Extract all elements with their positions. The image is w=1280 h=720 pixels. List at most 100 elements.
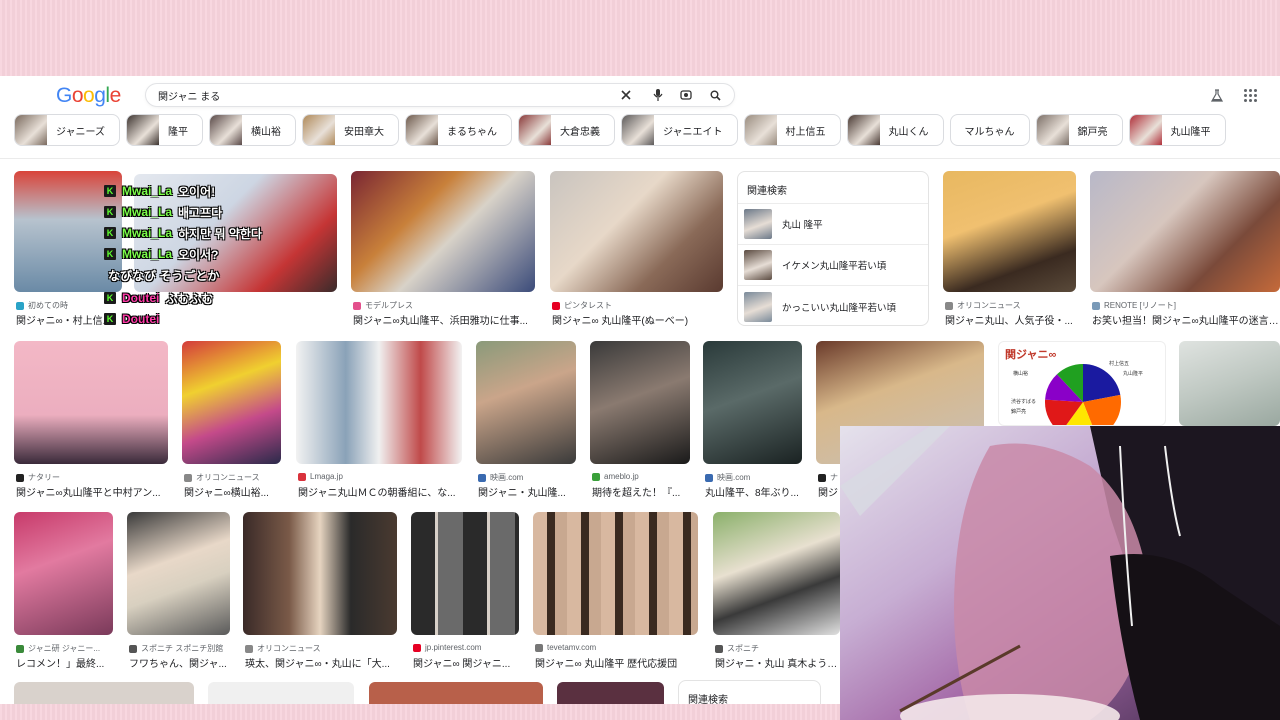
filter-chip[interactable]: 隆平 bbox=[126, 114, 203, 146]
result-source[interactable]: 映画.com bbox=[478, 472, 523, 483]
result-image[interactable] bbox=[14, 341, 168, 464]
image-result-card[interactable]: Lmaga.jp 関ジャニ丸山ＭＣの朝番組に、な... bbox=[296, 341, 462, 500]
result-source[interactable]: 初めての時 bbox=[16, 300, 68, 311]
result-source[interactable]: オリコンニュース bbox=[184, 472, 260, 483]
image-result-card[interactable]: スポニチ 関ジャニ・丸山 真木よう子に... bbox=[713, 512, 842, 671]
result-title[interactable]: 関ジャニ・丸山隆... bbox=[478, 484, 578, 499]
image-result-card[interactable]: モデルプレス 関ジャニ∞丸山隆平、浜田雅功に仕事... bbox=[351, 171, 535, 328]
result-source[interactable]: オリコンニュース bbox=[945, 300, 1021, 311]
related-search-item[interactable]: イケメン丸山隆平若い頃 bbox=[738, 245, 928, 286]
image-result-card[interactable]: 映画.com 関ジャニ・丸山隆... bbox=[476, 341, 576, 500]
result-image[interactable] bbox=[182, 341, 281, 464]
result-source[interactable]: ナ bbox=[818, 472, 838, 483]
filter-chip[interactable]: 丸山隆平 bbox=[1128, 114, 1226, 146]
result-source[interactable]: スポニチ bbox=[715, 643, 759, 654]
result-title[interactable]: 関ジャニ∞ 関ジャニ... bbox=[413, 655, 521, 670]
close-icon[interactable] bbox=[618, 87, 634, 103]
filter-chip[interactable]: 村上信五 bbox=[743, 114, 841, 146]
result-source[interactable]: jp.pinterest.com bbox=[413, 643, 481, 652]
result-image[interactable] bbox=[557, 682, 664, 704]
filter-chip[interactable]: 横山裕 bbox=[209, 114, 296, 146]
image-result-card[interactable] bbox=[369, 682, 543, 704]
mic-icon[interactable] bbox=[650, 87, 666, 103]
labs-flask-icon[interactable] bbox=[1208, 86, 1226, 104]
result-image[interactable] bbox=[533, 512, 698, 635]
result-image[interactable]: 関ジャニ∞ 村上信五 丸山隆平 横山裕 渋谷すばる 錦戸亮 bbox=[998, 341, 1166, 426]
result-title[interactable]: 関ジャニ∞ 丸山隆平 歴代応援団 bbox=[535, 655, 700, 670]
related-search-item[interactable]: 丸山 隆平 bbox=[738, 204, 928, 245]
result-source[interactable]: ピンタレスト bbox=[552, 300, 612, 311]
result-title[interactable]: 関ジャニ丸山、人気子役・... bbox=[945, 312, 1078, 327]
result-source[interactable]: Lmaga.jp bbox=[298, 472, 343, 481]
result-source[interactable]: ナタリー bbox=[16, 472, 60, 483]
image-result-card[interactable]: ジャニ研 ジャニー... レコメン！」最終... bbox=[14, 512, 113, 671]
result-source[interactable]: ameblo.jp bbox=[592, 472, 639, 481]
result-source[interactable]: ジャニ研 ジャニー... bbox=[16, 643, 100, 654]
filter-chip[interactable]: ジャニーズ bbox=[14, 114, 120, 146]
result-image[interactable] bbox=[943, 171, 1076, 292]
result-title[interactable]: 関ジャニ∞丸山隆平、浜田雅功に仕事... bbox=[353, 312, 537, 327]
result-image[interactable] bbox=[1090, 171, 1280, 292]
image-result-card[interactable]: オリコンニュース 関ジャニ∞横山裕... bbox=[182, 341, 281, 500]
result-title[interactable]: レコメン！」最終... bbox=[16, 655, 115, 670]
filter-chip[interactable]: 丸山くん bbox=[846, 114, 944, 146]
result-source[interactable]: スポニチ スポニチ別館 bbox=[129, 643, 223, 654]
result-title[interactable]: 期待を超えた！『... bbox=[592, 484, 692, 499]
result-image[interactable] bbox=[14, 682, 194, 704]
result-title[interactable]: 関ジャニ∞横山裕... bbox=[184, 484, 283, 499]
image-result-card[interactable]: ameblo.jp 期待を超えた！『... bbox=[590, 341, 690, 500]
image-result-card[interactable]: 映画.com 丸山隆平、8年ぶり... bbox=[703, 341, 802, 500]
result-source[interactable]: tevetamv.com bbox=[535, 643, 596, 652]
result-title[interactable]: 瑛太、関ジャニ∞・丸山に「大... bbox=[245, 655, 399, 670]
filter-chip[interactable]: まるちゃん bbox=[405, 114, 512, 146]
result-title[interactable]: お笑い担当！関ジャニ∞丸山隆平の迷言と... bbox=[1092, 312, 1280, 327]
result-image[interactable] bbox=[243, 512, 397, 635]
filter-chip[interactable]: 大倉忠義 bbox=[518, 114, 615, 146]
image-result-card[interactable]: RENOTE [リノート] お笑い担当！関ジャニ∞丸山隆平の迷言と... bbox=[1090, 171, 1280, 328]
result-image[interactable] bbox=[14, 512, 113, 635]
image-result-card[interactable]: ピンタレスト 関ジャニ∞ 丸山隆平(ぬーべー) bbox=[550, 171, 723, 328]
image-result-card[interactable]: スポニチ スポニチ別館 フワちゃん、関ジャ... bbox=[127, 512, 230, 671]
image-result-card[interactable]: オリコンニュース 関ジャニ丸山、人気子役・... bbox=[943, 171, 1076, 328]
result-source[interactable]: オリコンニュース bbox=[245, 643, 321, 654]
image-result-card[interactable] bbox=[14, 682, 194, 704]
result-title[interactable]: 丸山隆平、8年ぶり... bbox=[705, 484, 804, 499]
search-query[interactable]: 関ジャニ まる bbox=[158, 88, 220, 103]
result-image[interactable] bbox=[703, 341, 802, 464]
result-image[interactable] bbox=[296, 341, 462, 464]
image-result-card[interactable]: オリコンニュース 瑛太、関ジャニ∞・丸山に「大... bbox=[243, 512, 397, 671]
result-source[interactable]: モデルプレス bbox=[353, 300, 413, 311]
result-image[interactable] bbox=[369, 682, 543, 704]
filter-chip[interactable]: ジャニエイト bbox=[621, 114, 738, 146]
result-image[interactable] bbox=[550, 171, 723, 292]
filter-chip[interactable]: 錦戸亮 bbox=[1035, 114, 1123, 146]
result-image[interactable] bbox=[1179, 341, 1280, 426]
result-title[interactable]: 関ジャニ∞丸山隆平と中村アン... bbox=[16, 484, 170, 499]
result-title[interactable]: 関ジャニ・丸山 真木よう子に... bbox=[715, 655, 842, 670]
search-icon[interactable] bbox=[707, 87, 723, 103]
lens-icon[interactable] bbox=[678, 87, 694, 103]
search-box[interactable]: 関ジャニ まる bbox=[146, 84, 734, 106]
image-result-card[interactable] bbox=[208, 682, 354, 704]
result-image[interactable] bbox=[208, 682, 354, 704]
result-image[interactable] bbox=[713, 512, 840, 635]
filter-chip[interactable]: マルちゃん bbox=[949, 114, 1030, 146]
filter-chip[interactable]: 安田章大 bbox=[302, 114, 399, 146]
result-image[interactable] bbox=[476, 341, 576, 464]
apps-grid-icon[interactable] bbox=[1241, 86, 1259, 104]
image-result-card[interactable]: tevetamv.com 関ジャニ∞ 丸山隆平 歴代応援団 bbox=[533, 512, 698, 671]
image-result-card[interactable]: jp.pinterest.com 関ジャニ∞ 関ジャニ... bbox=[411, 512, 519, 671]
related-search-item[interactable]: かっこいい丸山隆平若い頃 bbox=[738, 286, 928, 327]
google-logo[interactable]: Google bbox=[56, 84, 121, 108]
result-image[interactable] bbox=[590, 341, 690, 464]
result-title[interactable]: 関ジャニ丸山ＭＣの朝番組に、な... bbox=[298, 484, 464, 499]
result-source[interactable]: RENOTE [リノート] bbox=[1092, 300, 1176, 311]
image-result-card[interactable]: ナタリー 関ジャニ∞丸山隆平と中村アン... bbox=[14, 341, 168, 500]
result-title[interactable]: フワちゃん、関ジャ... bbox=[129, 655, 232, 670]
result-image[interactable] bbox=[127, 512, 230, 635]
result-image[interactable] bbox=[351, 171, 535, 292]
result-image[interactable] bbox=[411, 512, 519, 635]
result-title[interactable]: 関ジャニ∞ 丸山隆平(ぬーべー) bbox=[552, 312, 725, 327]
image-result-card[interactable] bbox=[557, 682, 664, 704]
result-source[interactable]: 映画.com bbox=[705, 472, 750, 483]
